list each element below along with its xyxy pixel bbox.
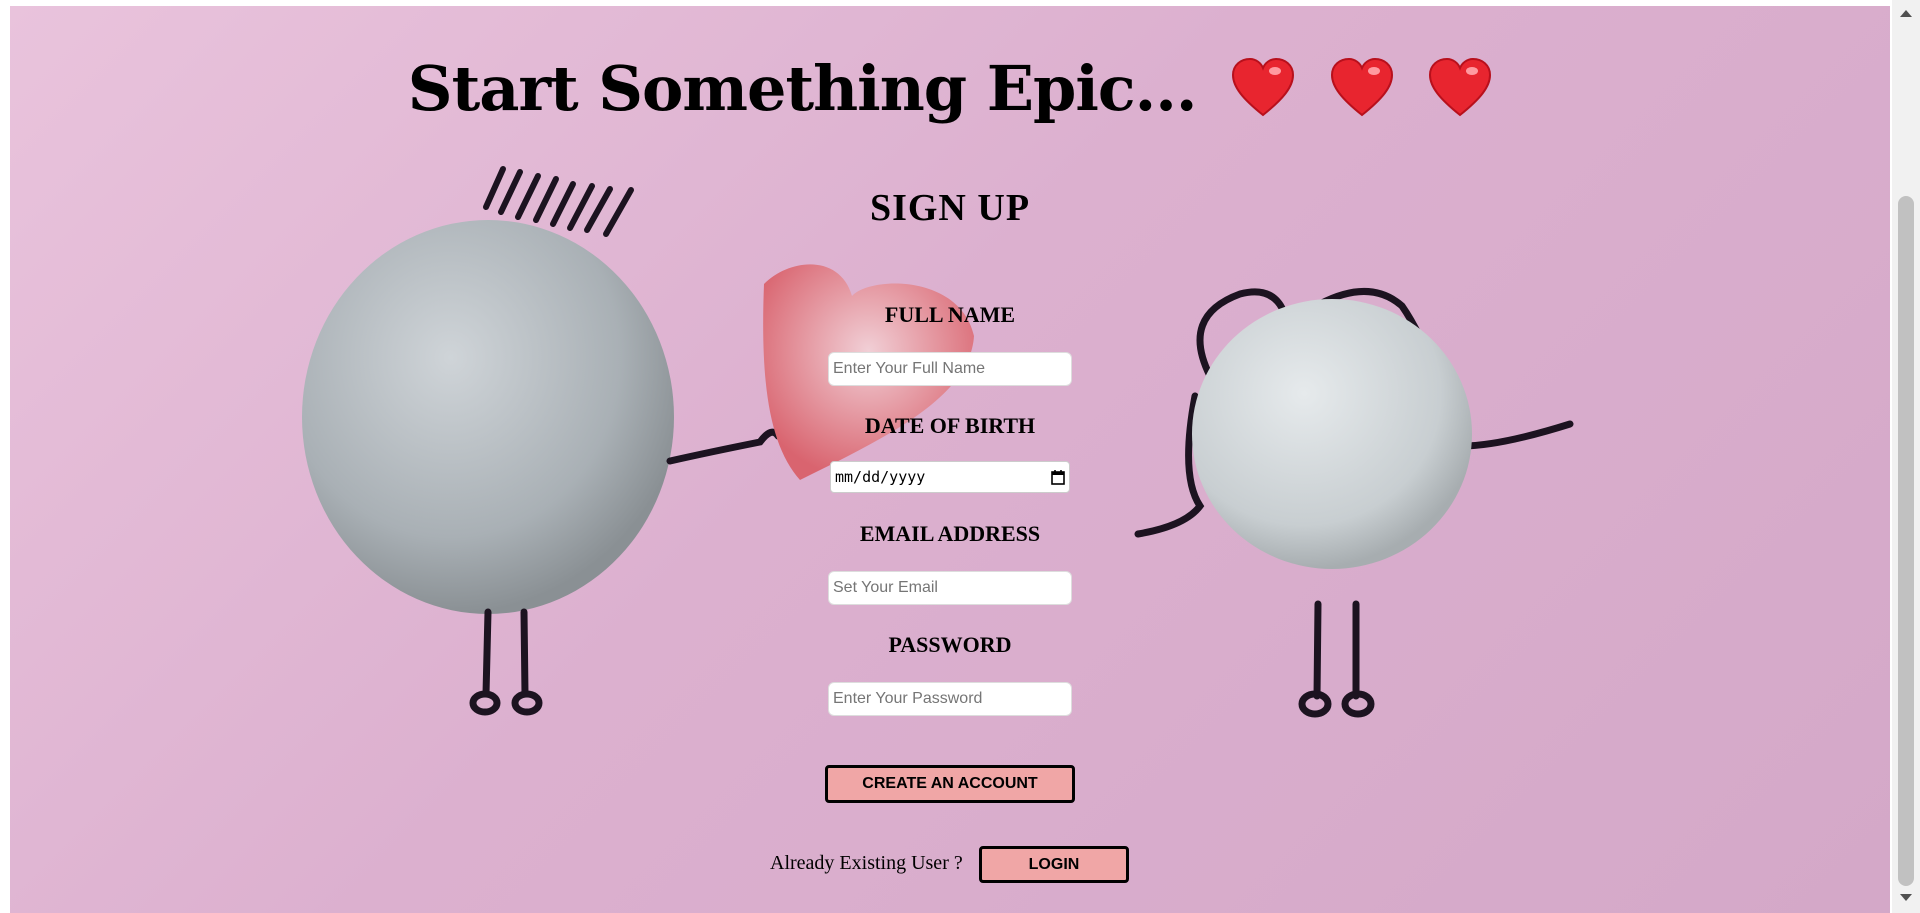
- full-name-input[interactable]: [828, 352, 1072, 386]
- scroll-up-arrow-icon[interactable]: [1900, 10, 1912, 17]
- scroll-down-arrow-icon[interactable]: [1900, 894, 1912, 901]
- dob-label: DATE OF BIRTH: [864, 413, 1036, 438]
- heart-icon: [1231, 57, 1295, 132]
- page-background: Start Something Epic... SIGN UP FULL NAM…: [10, 6, 1890, 913]
- left-pebble-character: [302, 166, 782, 716]
- email-label: EMAIL ADDRESS: [859, 521, 1041, 546]
- headline-text: Start Something Epic...: [407, 52, 1198, 125]
- heart-icon: [1428, 57, 1492, 132]
- create-account-button[interactable]: CREATE AN ACCOUNT: [825, 765, 1075, 803]
- existing-user-text: Already Existing User ?: [770, 852, 963, 874]
- calendar-icon[interactable]: [1051, 469, 1065, 485]
- page-headline: Start Something Epic...: [10, 52, 1890, 132]
- dob-placeholder: mm/dd/yyyy: [835, 468, 926, 486]
- password-label: PASSWORD: [888, 632, 1012, 657]
- scrollbar-thumb[interactable]: [1898, 196, 1914, 886]
- heart-icon: [1330, 57, 1394, 132]
- password-input[interactable]: [828, 682, 1072, 716]
- dob-input[interactable]: mm/dd/yyyy: [830, 461, 1070, 493]
- vertical-scrollbar[interactable]: [1892, 0, 1920, 913]
- login-button[interactable]: LOGIN: [979, 846, 1129, 883]
- email-input[interactable]: [828, 571, 1072, 605]
- full-name-label: FULL NAME: [884, 302, 1016, 327]
- form-title: SIGN UP: [869, 187, 1031, 229]
